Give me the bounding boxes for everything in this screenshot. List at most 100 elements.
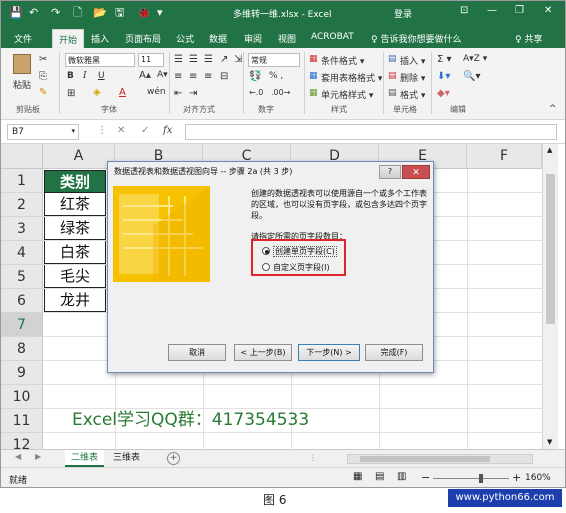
conditional-format-button[interactable]: 条件格式 ▾ — [321, 54, 364, 67]
currency-icon[interactable]: 💱 — [249, 71, 261, 82]
login-link[interactable]: 登录 — [394, 7, 412, 20]
minimize-icon[interactable]: — — [487, 5, 497, 16]
orientation-icon[interactable]: ↗ — [220, 54, 228, 65]
paste-button[interactable]: 粘贴 — [13, 78, 31, 91]
fill-icon[interactable]: ⬇▾ — [437, 71, 450, 82]
format-cells-button[interactable]: 格式 ▾ — [400, 88, 425, 101]
name-box-dropdown-icon[interactable]: ▾ — [71, 127, 75, 135]
zoom-out-button[interactable]: − — [421, 471, 430, 484]
row-header-12[interactable]: 12 — [1, 433, 43, 449]
decrease-font-icon[interactable]: A▾ — [157, 70, 168, 80]
macro-icon[interactable]: 🐞 — [137, 6, 151, 20]
scroll-down-icon[interactable]: ▼ — [547, 438, 552, 446]
redo-icon[interactable]: ↷ — [51, 6, 60, 20]
radio-custom-page-field[interactable]: 自定义页字段(I) — [262, 262, 330, 273]
align-bottom-icon[interactable]: ☰ — [204, 54, 213, 65]
confirm-entry-icon[interactable]: ✓ — [141, 125, 149, 136]
font-size-select[interactable]: 11 — [138, 53, 164, 67]
bold-button[interactable]: B — [67, 71, 74, 81]
decrease-indent-icon[interactable]: ⇤ — [174, 88, 182, 99]
tab-page-layout[interactable]: 页面布局 — [125, 32, 161, 45]
tab-formulas[interactable]: 公式 — [176, 32, 194, 45]
print-icon[interactable]: 🖫 — [115, 6, 124, 20]
tab-insert[interactable]: 插入 — [91, 32, 109, 45]
tab-review[interactable]: 审阅 — [244, 32, 262, 45]
table-format-button[interactable]: 套用表格格式 ▾ — [321, 71, 382, 84]
save-icon[interactable]: 💾 — [9, 6, 23, 20]
row-header-6[interactable]: 6 — [1, 289, 43, 313]
cell-a2[interactable]: 红茶 — [44, 193, 106, 216]
tab-file[interactable]: 文件 — [14, 32, 32, 45]
sort-filter-button[interactable]: A▾Z ▾ — [463, 54, 487, 64]
name-box[interactable]: B7 ▾ — [7, 124, 79, 140]
column-header-a[interactable]: A — [43, 144, 115, 169]
border-icon[interactable]: ⊞ — [67, 88, 75, 99]
zoom-in-button[interactable]: + — [512, 471, 521, 484]
undo-icon[interactable]: ↶ — [29, 6, 38, 20]
delete-cells-button[interactable]: 删除 ▾ — [400, 71, 425, 84]
cell-a3[interactable]: 绿茶 — [44, 217, 106, 240]
row-header-7[interactable]: 7 — [1, 313, 43, 337]
decrease-decimal-icon[interactable]: .00→ — [271, 88, 290, 97]
wrap-text-icon[interactable]: ⇲ — [234, 54, 242, 65]
dialog-close-button[interactable]: ✕ — [402, 165, 430, 179]
align-middle-icon[interactable]: ☰ — [189, 54, 198, 65]
align-top-icon[interactable]: ☰ — [174, 54, 183, 65]
tell-me-search[interactable]: ♀ 告诉我你想要做什么 — [371, 32, 461, 45]
column-header-f[interactable]: F — [467, 144, 542, 169]
page-break-view-icon[interactable]: ▥ — [397, 471, 406, 482]
find-select-icon[interactable]: 🔍▾ — [463, 71, 480, 82]
paste-icon[interactable] — [13, 54, 31, 74]
number-format-select[interactable]: 常规 — [248, 53, 300, 67]
sheet-tab-2d[interactable]: 二维表 — [65, 450, 105, 467]
fill-color-icon[interactable]: ◈ — [93, 87, 101, 98]
cell-style-button[interactable]: 单元格样式 ▾ — [321, 88, 373, 101]
row-header-5[interactable]: 5 — [1, 265, 43, 289]
next-button[interactable]: 下一步(N) > — [298, 344, 360, 361]
restore-icon[interactable]: ❐ — [515, 5, 524, 16]
dialog-help-button[interactable]: ? — [379, 165, 401, 179]
row-header-11[interactable]: 11 — [1, 409, 43, 433]
align-center-icon[interactable]: ≡ — [189, 71, 197, 82]
insert-cells-button[interactable]: 插入 ▾ — [400, 54, 425, 67]
align-left-icon[interactable]: ≡ — [174, 71, 182, 82]
sheet-tab-3d[interactable]: 三维表 — [107, 450, 146, 467]
share-button[interactable]: ♀ 共享 — [515, 32, 542, 45]
row-header-1[interactable]: 1 — [1, 169, 43, 193]
format-painter-icon[interactable]: ✎ — [39, 87, 47, 98]
zoom-slider[interactable] — [433, 474, 509, 483]
row-header-9[interactable]: 9 — [1, 361, 43, 385]
add-sheet-button[interactable]: + — [167, 452, 180, 465]
tab-home[interactable]: 开始 — [52, 29, 85, 48]
open-file-icon[interactable]: 📂 — [93, 6, 107, 20]
zoom-slider-thumb[interactable] — [479, 474, 483, 483]
cell-a1-header[interactable]: 类别 — [44, 170, 106, 193]
row-header-2[interactable]: 2 — [1, 193, 43, 217]
hscroll-thumb[interactable] — [360, 456, 490, 462]
radio-single-page-field[interactable]: 创建单页字段(C) — [262, 246, 337, 257]
row-header-10[interactable]: 10 — [1, 385, 43, 409]
percent-button[interactable]: % , — [269, 71, 283, 81]
increase-decimal-icon[interactable]: ←.0 — [249, 88, 263, 97]
tab-view[interactable]: 视图 — [278, 32, 296, 45]
row-header-8[interactable]: 8 — [1, 337, 43, 361]
vertical-scrollbar[interactable]: ▲ ▼ — [542, 144, 558, 449]
formula-input[interactable] — [185, 124, 557, 140]
tab-data[interactable]: 数据 — [209, 32, 227, 45]
scroll-thumb[interactable] — [546, 174, 555, 324]
close-icon[interactable]: ✕ — [544, 5, 552, 16]
cut-icon[interactable]: ✂ — [39, 54, 47, 65]
new-file-icon[interactable]: 🗋 — [73, 6, 82, 20]
merge-center-icon[interactable]: ⊟ — [220, 71, 228, 82]
zoom-level[interactable]: 160% — [525, 473, 551, 483]
customize-qat-icon[interactable]: ▾ — [157, 6, 163, 20]
row-header-3[interactable]: 3 — [1, 217, 43, 241]
horizontal-scrollbar[interactable] — [347, 454, 533, 464]
cancel-button[interactable]: 取消 — [168, 344, 226, 361]
scroll-up-icon[interactable]: ▲ — [547, 146, 552, 154]
sheet-next-icon[interactable]: ▶ — [35, 452, 41, 461]
align-right-icon[interactable]: ≡ — [204, 71, 212, 82]
cell-a5[interactable]: 毛尖 — [44, 265, 106, 288]
page-layout-view-icon[interactable]: ▤ — [375, 471, 384, 482]
underline-button[interactable]: U — [98, 71, 105, 81]
